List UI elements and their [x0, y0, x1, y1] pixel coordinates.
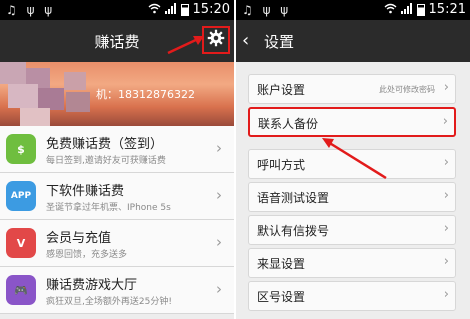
- blurred-avatar-block: [66, 92, 90, 112]
- app-icon: APP: [6, 181, 36, 211]
- chevron-right-icon: ›: [216, 233, 222, 251]
- list-item-game-hall[interactable]: 🎮 赚话费游戏大厅 疯狂双旦,全场额外再送25分钟! ›: [0, 267, 234, 314]
- item-subtitle: 疯狂双旦,全场额外再送25分钟!: [46, 297, 172, 307]
- chevron-right-icon: ›: [216, 186, 222, 204]
- chevron-right-icon: ›: [443, 155, 449, 170]
- settings-row-voice-test[interactable]: 语音测试设置 ›: [248, 182, 456, 212]
- row-label: 来显设置: [257, 257, 306, 271]
- item-subtitle: 每日签到,邀请好友可获赚话费: [46, 156, 166, 166]
- item-title: 下软件赚话费: [46, 184, 125, 199]
- signal-icon: [400, 2, 413, 17]
- row-hint: 此处可修改密码: [379, 85, 435, 94]
- item-title: 免费赚话费（签到）: [46, 137, 164, 152]
- row-label: 呼叫方式: [257, 158, 306, 172]
- blurred-avatar-block: [0, 62, 26, 84]
- list-item-checkin[interactable]: $ 免费赚话费（签到） 每日签到,邀请好友可获赚话费 ›: [0, 126, 234, 173]
- row-label: 语音测试设置: [257, 191, 330, 205]
- right-phone-screen: ♫ ψ ψ 15:21 ‹ 设置 账户设置 此处可修改密码 › 联系人备份 ›: [236, 0, 470, 319]
- settings-row-contact-backup[interactable]: 联系人备份 ›: [248, 107, 456, 137]
- chevron-right-icon: ›: [443, 80, 449, 95]
- chevron-right-icon: ›: [216, 139, 222, 157]
- blurred-avatar-block: [64, 72, 86, 90]
- item-title: 会员与充值: [46, 231, 112, 246]
- wifi-icon: [384, 3, 397, 17]
- status-bar: ♫ ψ ψ 15:20: [0, 0, 234, 20]
- battery-icon: [416, 3, 425, 16]
- chevron-right-icon: ›: [443, 254, 449, 269]
- chevron-right-icon: ›: [442, 114, 448, 129]
- back-arrow-icon[interactable]: ‹: [242, 30, 249, 51]
- app-title-bar: 赚话费: [0, 20, 234, 62]
- row-label: 账户设置: [257, 83, 306, 97]
- list-item-download-apps[interactable]: APP 下软件赚话费 圣诞节拿过年机票、IPhone 5s ›: [0, 173, 234, 220]
- wifi-icon: [148, 3, 161, 17]
- chevron-right-icon: ›: [443, 221, 449, 236]
- settings-title-bar: ‹ 设置: [236, 20, 470, 62]
- status-bar: ♫ ψ ψ 15:21: [236, 0, 470, 20]
- row-label: 默认有信拨号: [257, 224, 330, 238]
- feature-list: $ 免费赚话费（签到） 每日签到,邀请好友可获赚话费 › APP 下软件赚话费 …: [0, 126, 234, 314]
- settings-row-call-method[interactable]: 呼叫方式 ›: [248, 149, 456, 179]
- blurred-avatar-block: [8, 84, 38, 108]
- list-item-membership[interactable]: V 会员与充值 感恩回馈，充多送多 ›: [0, 220, 234, 267]
- settings-list: 账户设置 此处可修改密码 › 联系人备份 › 呼叫方式 › 语音测试设置 › 默…: [248, 62, 456, 311]
- settings-row-default-dialer[interactable]: 默认有信拨号 ›: [248, 215, 456, 245]
- settings-row-caller-display[interactable]: 来显设置 ›: [248, 248, 456, 278]
- settings-row-area-code[interactable]: 区号设置 ›: [248, 281, 456, 311]
- gamepad-icon: 🎮: [6, 275, 36, 305]
- left-phone-screen: ♫ ψ ψ 15:20 赚话费 机：18312876322 $ 免费赚话费（签到…: [0, 0, 234, 319]
- profile-banner: 机：18312876322: [0, 62, 234, 126]
- page-title: 赚话费: [94, 33, 140, 51]
- notification-icons: ♫ ψ ψ: [6, 3, 56, 17]
- item-subtitle: 感恩回馈，充多送多: [46, 250, 128, 260]
- vip-icon: V: [6, 228, 36, 258]
- page-title: 设置: [264, 33, 295, 51]
- settings-button[interactable]: [202, 26, 230, 54]
- chevron-right-icon: ›: [443, 188, 449, 203]
- row-label: 区号设置: [257, 290, 306, 304]
- status-time: 15:20: [192, 2, 230, 17]
- status-time: 15:21: [428, 2, 466, 17]
- chevron-right-icon: ›: [216, 280, 222, 298]
- row-label: 联系人备份: [258, 117, 319, 131]
- blurred-avatar-block: [38, 88, 64, 110]
- notification-icons: ♫ ψ ψ: [242, 3, 292, 17]
- phone-number: 机：18312876322: [96, 88, 195, 101]
- signal-icon: [164, 2, 177, 17]
- blurred-avatar-block: [20, 108, 50, 126]
- item-subtitle: 圣诞节拿过年机票、IPhone 5s: [46, 203, 171, 213]
- gear-icon: [207, 29, 225, 51]
- money-icon: $: [6, 134, 36, 164]
- settings-row-account[interactable]: 账户设置 此处可修改密码 ›: [248, 74, 456, 104]
- chevron-right-icon: ›: [443, 287, 449, 302]
- battery-icon: [180, 3, 189, 16]
- item-title: 赚话费游戏大厅: [46, 278, 138, 293]
